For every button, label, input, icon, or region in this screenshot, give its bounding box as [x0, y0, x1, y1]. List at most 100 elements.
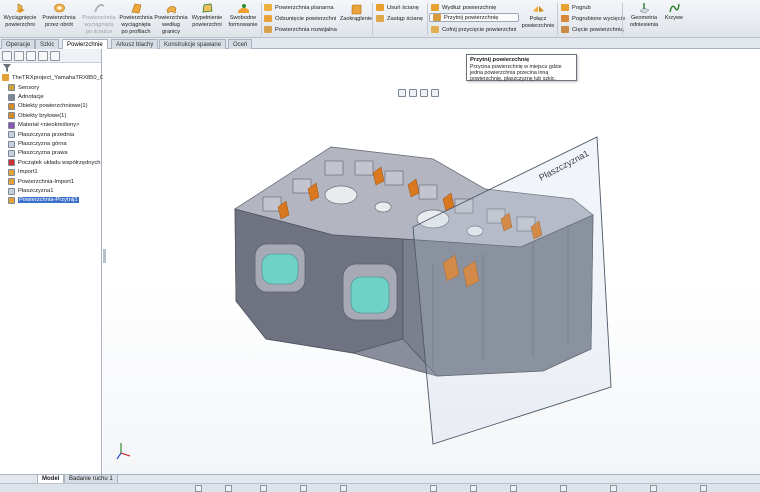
reference-geometry-line2: odniesienia: [629, 22, 659, 28]
feature-tree-icon[interactable]: [2, 50, 12, 61]
extrude-surface-line1: Wyciągnięcie: [3, 15, 37, 21]
ribbon-separator: [261, 3, 262, 35]
graphics-area[interactable]: Płaszczyzna1 Przytnij powierzchnię Przyc…: [103, 49, 760, 474]
tree-root[interactable]: TheTRXproject_YamahaTRX850_Cy: [2, 73, 107, 82]
sweep-surface-line2: wyciągnięta: [84, 22, 114, 28]
loft-surface-line2: wyciągnięta: [121, 22, 151, 28]
property-manager-icon[interactable]: [14, 50, 24, 61]
knit-surface-line2: powierzchnie: [521, 23, 555, 29]
surface-trim-icon: [8, 196, 15, 204]
tree-item[interactable]: Płaszczyzna przednia: [8, 130, 74, 139]
surface-cut-button[interactable]: Cięcie powierzchnią: [561, 25, 624, 34]
import-icon: [8, 168, 15, 176]
mass-properties-icon[interactable]: [650, 485, 657, 492]
extrude-surface-button[interactable]: Wyciągnięcie powierzchni: [4, 2, 36, 29]
scene-icon[interactable]: [340, 485, 347, 492]
tree-item[interactable]: Płaszczyzna górna: [8, 139, 67, 148]
tree-item[interactable]: Powierzchnia-Przytnij1: [8, 196, 79, 205]
revolve-surface-line2: przez obrót: [45, 22, 73, 28]
offset-surface-button[interactable]: Odsunięcie powierzchni: [264, 14, 336, 23]
hide-show-icon[interactable]: [260, 485, 267, 492]
sweep-surface-icon: [93, 3, 105, 13]
fillet-icon: [351, 4, 361, 15]
tab-ocen[interactable]: Oceń: [228, 39, 253, 49]
display-manager-icon[interactable]: [50, 50, 60, 61]
tree-item-label: Obiekty powierzchniowe(1): [18, 103, 88, 110]
tab-konstrukcje-spawane[interactable]: Konstrukcje spawane: [159, 39, 227, 49]
tree-item-label: Płaszczyzna przednia: [18, 131, 75, 138]
fill-surface-button[interactable]: Wypełnienie powierzchni: [190, 2, 224, 29]
fillet-button[interactable]: Zaokrąglenie: [337, 3, 375, 23]
tree-item[interactable]: Początek układu współrzędnych: [8, 158, 101, 167]
smart-dimension-icon[interactable]: [470, 485, 477, 492]
thicken-cut-button[interactable]: Pogrubione wycięcie: [561, 14, 625, 23]
tab-arkusz-blachy[interactable]: Arkusz blachy: [111, 39, 159, 49]
annotation-icon: [8, 93, 15, 101]
tree-item-label: Import1: [18, 169, 38, 176]
planar-surface-icon: [264, 4, 272, 11]
curves-label: Krzywe: [664, 15, 684, 21]
reference-geometry-button[interactable]: Geometria odniesienia: [626, 2, 662, 29]
model-view: Płaszczyzna1: [103, 136, 612, 460]
edit-appearance-icon[interactable]: [300, 485, 307, 492]
rapid-sketch-icon[interactable]: [560, 485, 567, 492]
thicken-cut-label: Pogrubione wycięcie: [572, 15, 626, 22]
display-style-icon[interactable]: [225, 485, 232, 492]
tree-item[interactable]: Obiekty bryłowe(1): [8, 111, 66, 120]
fillet-label: Zaokrąglenie: [339, 16, 373, 22]
sketch-icon[interactable]: [430, 485, 437, 492]
tab-szkic[interactable]: Szkic: [35, 39, 60, 49]
ruled-surface-button[interactable]: Powierzchnia rozwijalna: [264, 25, 337, 34]
extrude-surface-line2: powierzchni: [5, 22, 35, 28]
filter-icon: [3, 64, 11, 72]
tree-item[interactable]: Powierzchnia-Import1: [8, 177, 74, 186]
plane-icon: [8, 187, 15, 195]
status-bar: [0, 483, 760, 492]
sweep-surface-button[interactable]: Powierzchnia wyciągnięta po ścieżce: [80, 2, 118, 36]
thicken-button[interactable]: Pogrub: [561, 3, 591, 12]
fill-surface-icon: [202, 3, 212, 13]
tree-item[interactable]: Adnotacje: [8, 92, 44, 101]
tree-filter[interactable]: [0, 63, 101, 73]
tree-item-label: Adnotacje: [18, 94, 44, 101]
dimxpert-icon[interactable]: [38, 50, 48, 61]
curves-button[interactable]: Krzywe: [661, 2, 687, 22]
freeform-button[interactable]: Swobodne formowanie: [226, 2, 260, 29]
sweep-surface-line3: po ścieżce: [85, 29, 113, 35]
configuration-icon[interactable]: [26, 50, 36, 61]
revolve-surface-button[interactable]: Powierzchnia przez obrót: [40, 2, 78, 29]
measure-icon[interactable]: [610, 485, 617, 492]
trim-surface-button[interactable]: Przytnij powierzchnię: [429, 13, 519, 22]
boundary-surface-line2: według: [162, 22, 180, 28]
replace-face-button[interactable]: Zastąp ścianę: [376, 14, 423, 23]
tree-item[interactable]: Płaszczyzna1: [8, 186, 53, 195]
tree-item-label: Powierzchnia-Import1: [18, 178, 75, 185]
tree-item[interactable]: Sensory: [8, 83, 39, 92]
tree-item[interactable]: Materiał <nieokreślony>: [8, 121, 80, 130]
tree-item[interactable]: Import1: [8, 168, 38, 177]
boundary-surface-button[interactable]: Powierzchnia według granicy: [153, 2, 189, 36]
ruled-surface-icon: [264, 26, 272, 33]
tab-powierzchnie[interactable]: Powierzchnie: [62, 39, 108, 49]
panel-toolbar: [0, 49, 101, 63]
loft-surface-button[interactable]: Powierzchnia wyciągnięta po profilach: [117, 2, 155, 36]
command-manager-tabs: Operacje Szkic Powierzchnie Arkusz blach…: [0, 38, 760, 49]
loft-surface-icon: [131, 3, 141, 14]
tree-item-label: Sensory: [18, 84, 40, 91]
delete-face-button[interactable]: Usuń ścianę: [376, 3, 419, 12]
relations-icon[interactable]: [510, 485, 517, 492]
tree-item[interactable]: Obiekty powierzchniowe(1): [8, 102, 88, 111]
extend-surface-button[interactable]: Wydłuż powierzchnię: [431, 3, 496, 12]
surface-bodies-icon: [8, 102, 15, 110]
ribbon-separator: [622, 3, 623, 35]
untrim-surface-button[interactable]: Cofnij przycięcie powierzchni: [431, 25, 516, 34]
tree-item[interactable]: Płaszczyzna prawa: [8, 149, 68, 158]
tab-operacje[interactable]: Operacje: [1, 39, 36, 49]
planar-surface-button[interactable]: Powierzchnia planarna: [264, 3, 334, 12]
options-icon[interactable]: [700, 485, 707, 492]
view-orientation-icon[interactable]: [195, 485, 202, 492]
knit-surface-button[interactable]: Połącz powierzchnie: [519, 3, 557, 30]
offset-surface-icon: [264, 15, 272, 22]
plane-icon: [8, 140, 15, 148]
untrim-surface-label: Cofnij przycięcie powierzchni: [442, 26, 517, 33]
